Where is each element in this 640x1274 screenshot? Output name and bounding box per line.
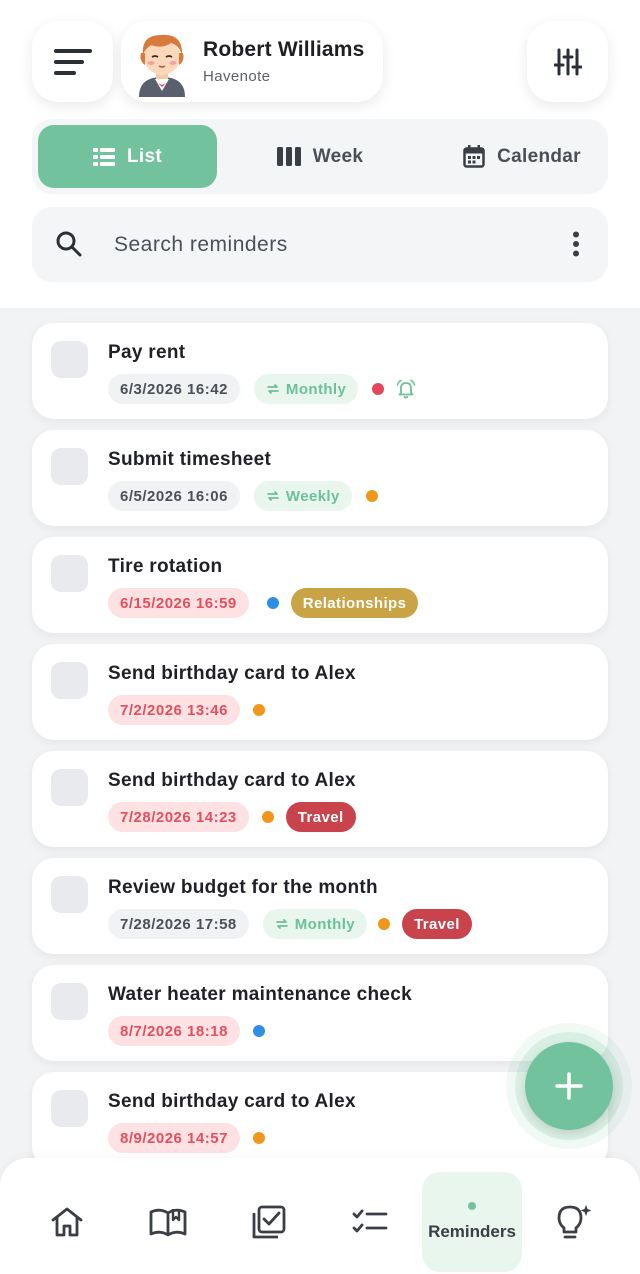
complete-checkbox[interactable] xyxy=(51,555,88,592)
reminder-title: Submit timesheet xyxy=(108,449,272,470)
lightbulb-sparkle-icon xyxy=(557,1205,592,1239)
nav-reminders[interactable]: Reminders xyxy=(422,1172,522,1272)
reminder-date: 7/28/2026 17:58 xyxy=(108,909,249,939)
reminder-card[interactable]: Submit timesheet 6/5/2026 16:06 Weekly xyxy=(32,430,608,526)
reminder-card[interactable]: Send birthday card to Alex 7/28/2026 14:… xyxy=(32,751,608,847)
nav-reminders-label: Reminders xyxy=(428,1222,516,1241)
tab-week-label: Week xyxy=(312,145,364,167)
tab-calendar[interactable]: Calendar xyxy=(442,125,602,188)
priority-dot xyxy=(365,490,378,502)
tag-badge: Travel xyxy=(402,909,472,939)
nav-home[interactable] xyxy=(17,1172,117,1272)
reminder-title: Pay rent xyxy=(108,342,186,363)
tag-badge: Relationships xyxy=(290,588,419,618)
reminder-title: Send birthday card to Alex xyxy=(108,770,356,791)
reminder-title: Send birthday card to Alex xyxy=(108,1091,356,1112)
priority-dot xyxy=(252,704,265,716)
tab-list-label: List xyxy=(127,145,162,167)
nav-tasks[interactable] xyxy=(219,1172,319,1272)
alarm-bell-icon xyxy=(396,379,416,399)
more-vertical-icon[interactable] xyxy=(572,231,580,257)
menu-button[interactable] xyxy=(32,21,113,102)
avatar xyxy=(139,34,185,97)
hamburger-menu-icon xyxy=(53,48,92,75)
recurrence-badge: Monthly xyxy=(253,374,359,404)
tab-list[interactable]: List xyxy=(38,125,217,188)
add-reminder-button[interactable] xyxy=(525,1042,613,1130)
reminder-card[interactable]: Tire rotation 6/15/2026 16:59 Relationsh… xyxy=(32,537,608,633)
tab-calendar-label: Calendar xyxy=(497,145,581,167)
reminder-card[interactable]: Review budget for the month 7/28/2026 17… xyxy=(32,858,608,954)
week-columns-icon xyxy=(276,147,301,166)
recurrence-badge: Monthly xyxy=(262,909,368,939)
book-open-icon xyxy=(149,1208,187,1237)
reminder-date: 6/5/2026 16:06 xyxy=(108,481,240,511)
recurrence-label: Monthly xyxy=(285,380,347,398)
bottom-nav: Reminders xyxy=(0,1158,640,1274)
tab-week[interactable]: Week xyxy=(260,125,380,188)
reminder-title: Water heater maintenance check xyxy=(108,984,412,1005)
nav-journal[interactable] xyxy=(118,1172,218,1272)
reminder-date: 7/2/2026 13:46 xyxy=(108,695,240,725)
calendar-icon xyxy=(463,145,485,168)
recurrence-label: Weekly xyxy=(285,487,340,505)
reminder-card[interactable]: Pay rent 6/3/2026 16:42 Monthly xyxy=(32,323,608,419)
repeat-icon xyxy=(267,491,279,501)
priority-dot xyxy=(252,1132,265,1144)
priority-dot xyxy=(252,1025,265,1037)
complete-checkbox[interactable] xyxy=(51,448,88,485)
complete-checkbox[interactable] xyxy=(51,769,88,806)
profile-card[interactable]: Robert Williams Havenote xyxy=(121,21,383,102)
priority-dot xyxy=(372,383,385,395)
nav-ideas[interactable] xyxy=(523,1172,623,1272)
reminder-date: 8/7/2026 18:18 xyxy=(108,1016,240,1046)
app-name: Havenote xyxy=(203,68,271,85)
user-name: Robert Williams xyxy=(203,38,365,61)
tag-badge: Travel xyxy=(285,802,356,832)
checkbox-stack-icon xyxy=(252,1205,286,1239)
priority-dot xyxy=(266,597,279,609)
repeat-icon xyxy=(267,384,279,394)
reminder-date: 7/28/2026 14:23 xyxy=(108,802,249,832)
reminder-title: Tire rotation xyxy=(108,556,223,577)
plus-icon xyxy=(555,1072,583,1100)
reminder-title: Send birthday card to Alex xyxy=(108,663,356,684)
complete-checkbox[interactable] xyxy=(51,341,88,378)
sliders-icon xyxy=(553,48,582,75)
reminder-date: 6/3/2026 16:42 xyxy=(108,374,240,404)
active-indicator-dot xyxy=(468,1202,476,1210)
recurrence-badge: Weekly xyxy=(253,481,352,511)
complete-checkbox[interactable] xyxy=(51,876,88,913)
complete-checkbox[interactable] xyxy=(51,983,88,1020)
recurrence-label: Monthly xyxy=(294,915,356,933)
reminder-date: 8/9/2026 14:57 xyxy=(108,1123,240,1153)
repeat-icon xyxy=(275,919,288,929)
search-bar xyxy=(32,207,608,282)
reminder-title: Review budget for the month xyxy=(108,877,378,898)
complete-checkbox[interactable] xyxy=(51,1090,88,1127)
reminder-card[interactable]: Send birthday card to Alex 7/2/2026 13:4… xyxy=(32,644,608,740)
nav-checklist[interactable] xyxy=(320,1172,420,1272)
list-icon xyxy=(93,147,115,166)
home-icon xyxy=(51,1207,83,1237)
reminder-date: 6/15/2026 16:59 xyxy=(108,588,249,618)
complete-checkbox[interactable] xyxy=(51,662,88,699)
view-switcher: List Week Calendar xyxy=(32,119,608,194)
checklist-icon xyxy=(352,1209,388,1233)
search-icon xyxy=(56,231,82,257)
priority-dot xyxy=(261,811,274,823)
priority-dot xyxy=(378,918,391,930)
search-input[interactable] xyxy=(114,227,534,263)
filter-button[interactable] xyxy=(527,21,608,102)
